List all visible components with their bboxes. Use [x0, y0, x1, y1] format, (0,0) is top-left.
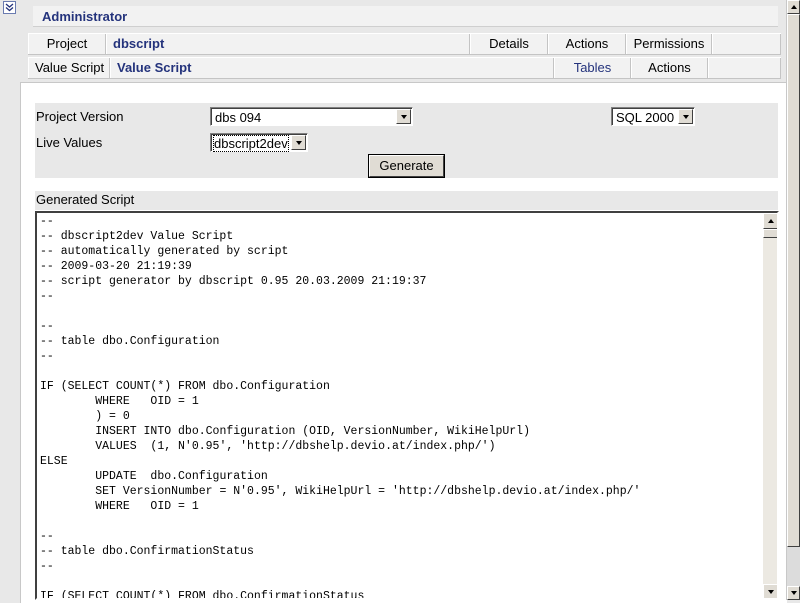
project-version-label: Project Version	[36, 109, 124, 124]
arrow-up-icon[interactable]	[763, 213, 777, 229]
script-bar: Value Script Value Script Tables Actions	[28, 57, 781, 79]
project-bar: Project dbscript Details Actions Permiss…	[28, 33, 781, 55]
empty-cell	[712, 34, 781, 54]
live-values-label: Live Values	[36, 135, 103, 150]
page-title: Administrator	[42, 9, 128, 24]
tab-actions[interactable]: Actions	[548, 34, 626, 54]
script-scrollbar[interactable]	[763, 213, 777, 598]
admin-header: Administrator	[33, 6, 778, 27]
live-values-select[interactable]: dbscript2dev	[210, 133, 308, 152]
arrow-up-icon[interactable]	[787, 0, 800, 14]
tab-tables[interactable]: Tables	[554, 58, 631, 78]
generate-button[interactable]: Generate	[369, 155, 444, 177]
database-select[interactable]: SQL 2000	[611, 107, 695, 126]
script-label: Value Script	[28, 58, 110, 78]
generated-script-header: Generated Script	[35, 191, 778, 210]
empty-cell	[708, 58, 781, 78]
tab-details[interactable]: Details	[470, 34, 548, 54]
tab-script-actions[interactable]: Actions	[631, 58, 708, 78]
collapse-toggle-button[interactable]	[3, 1, 16, 14]
generated-script-textarea[interactable]: -- -- dbscript2dev Value Script -- autom…	[35, 211, 779, 600]
project-label: Project	[28, 34, 106, 54]
arrow-down-icon[interactable]	[787, 586, 800, 600]
generated-script-label: Generated Script	[36, 192, 135, 207]
project-name: dbscript	[106, 34, 470, 54]
script-name: Value Script	[110, 58, 554, 78]
script-scrollbar-thumb[interactable]	[763, 229, 777, 238]
double-chevron-down-icon	[5, 3, 14, 12]
arrow-down-icon	[291, 135, 306, 150]
database-value: SQL 2000	[616, 110, 675, 125]
page-scrollbar-thumb[interactable]	[787, 14, 800, 547]
arrow-down-icon[interactable]	[763, 584, 777, 598]
page-scrollbar[interactable]	[786, 0, 800, 600]
script-text: -- -- dbscript2dev Value Script -- autom…	[40, 215, 641, 600]
tab-permissions[interactable]: Permissions	[626, 34, 712, 54]
live-values-value: dbscript2dev	[213, 135, 289, 152]
project-version-value: dbs 094	[215, 110, 262, 125]
arrow-down-icon	[678, 109, 693, 124]
arrow-down-icon	[396, 109, 411, 124]
project-version-select[interactable]: dbs 094	[210, 107, 413, 126]
